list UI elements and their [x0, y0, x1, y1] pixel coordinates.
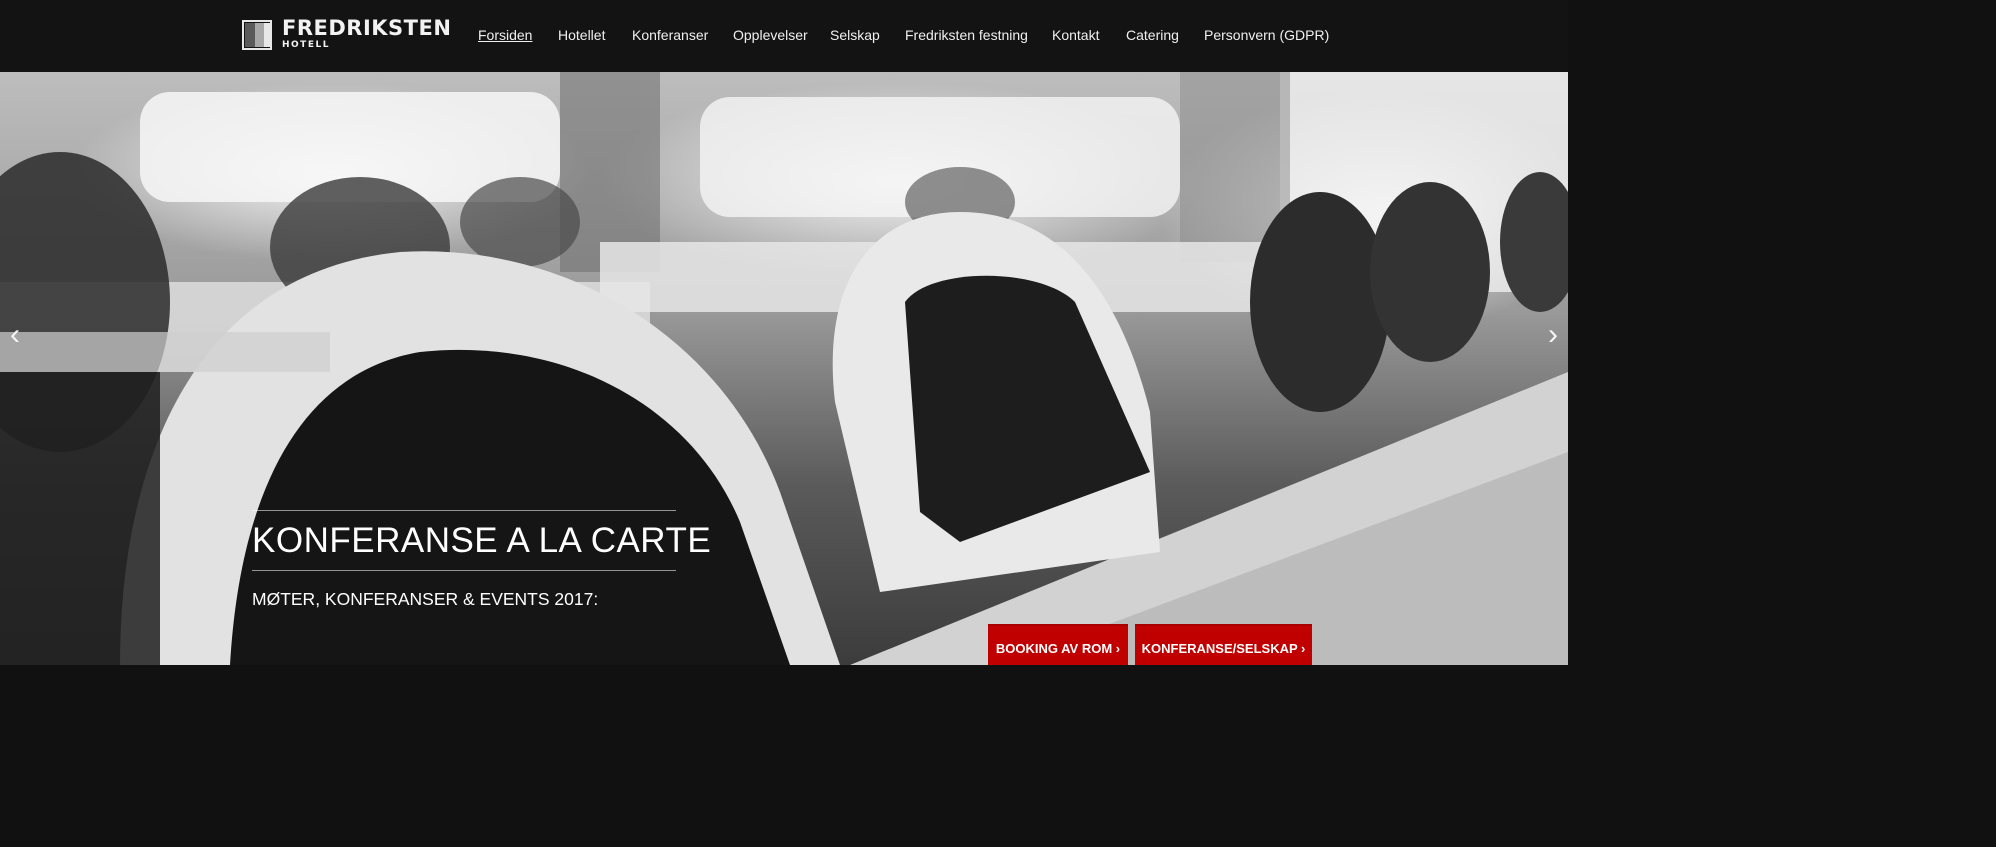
site-header: FREDRIKSTEN HOTELL Forsiden Hotellet Kon…: [0, 0, 1568, 72]
booking-rooms-button[interactable]: BOOKING AV ROM ›: [988, 624, 1128, 665]
caption-top-divider: [252, 510, 676, 511]
caption-bottom-divider: [252, 570, 676, 571]
hero-caption: KONFERANSE A LA CARTE MØTER, KONFERANSER…: [252, 510, 712, 609]
nav-item-kontakt[interactable]: Kontakt: [1052, 26, 1099, 44]
nav-item-hotellet[interactable]: Hotellet: [558, 26, 605, 44]
slider-prev-arrow-icon[interactable]: ‹: [0, 320, 30, 350]
main-navigation: Forsiden Hotellet Konferanser Opplevelse…: [0, 0, 1568, 72]
slider-next-arrow-icon[interactable]: ›: [1538, 320, 1568, 350]
conference-party-button[interactable]: KONFERANSE/SELSKAP ›: [1135, 624, 1312, 665]
hero-subtitle: MØTER, KONFERANSER & EVENTS 2017:: [252, 589, 599, 609]
nav-item-personvern[interactable]: Personvern (GDPR): [1204, 26, 1329, 44]
nav-item-forsiden[interactable]: Forsiden: [478, 26, 532, 44]
nav-item-opplevelser[interactable]: Opplevelser: [733, 26, 808, 44]
nav-item-konferanser[interactable]: Konferanser: [632, 26, 708, 44]
nav-item-fredriksten-festning[interactable]: Fredriksten festning: [905, 26, 1028, 44]
hero-title: KONFERANSE A LA CARTE: [252, 521, 712, 560]
nav-item-catering[interactable]: Catering: [1126, 26, 1179, 44]
hero-background-photo: [0, 72, 1568, 665]
nav-item-selskap[interactable]: Selskap: [830, 26, 880, 44]
hero-slider: ‹ › KONFERANSE A LA CARTE MØTER, KONFERA…: [0, 72, 1568, 665]
